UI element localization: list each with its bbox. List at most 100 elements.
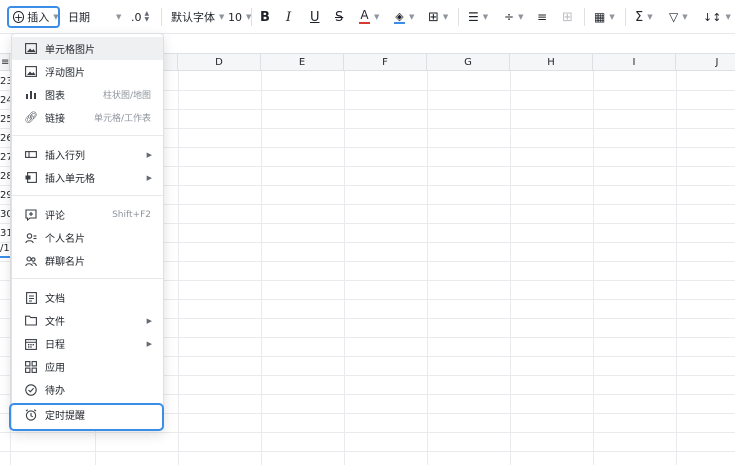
freeze-grid-icon: ▦ (594, 10, 606, 24)
insert-menu: 单元格图片 浮动图片 图表 柱状图/地图 🔗︎ 链接 单元格/工作表 插入行列 … (11, 33, 164, 431)
sort-icon: ↓↕ (703, 10, 722, 24)
chevron-down-icon: ▼ (374, 13, 380, 21)
number-format-label: 日期 (68, 11, 90, 24)
merge-cells-button[interactable]: ⊞ (562, 6, 573, 28)
font-family-select[interactable]: 默认字体 ▼ (171, 6, 224, 28)
border-button[interactable]: ⊞ ▼ (428, 6, 448, 28)
horizontal-align-button[interactable]: ☰ ▼ (468, 6, 488, 28)
menu-item-todo[interactable]: 待办 (12, 378, 163, 401)
column-line (427, 71, 428, 465)
chevron-right-icon: ▶ (146, 150, 152, 159)
menu-item-label: 评论 (45, 211, 65, 222)
column-header-d[interactable]: D (178, 54, 261, 71)
menu-item-group-card[interactable]: 群聊名片 (12, 249, 163, 272)
menu-item-comment[interactable]: 评论 Shift+F2 (12, 203, 163, 226)
row-number[interactable]: 29 (0, 189, 10, 203)
decimal-stepper[interactable]: .0 ▲ ▼ (131, 6, 149, 28)
row-number[interactable]: 27 (0, 151, 10, 165)
font-size-label: 10 (228, 10, 242, 24)
menu-item-doc[interactable]: 文档 (12, 286, 163, 309)
row-selection-indicator (0, 256, 10, 258)
merge-cells-icon: ⊞ (562, 9, 573, 25)
todo-icon (24, 383, 38, 397)
comment-icon (24, 208, 38, 222)
font-size-select[interactable]: 10 ▼ (228, 6, 251, 28)
menu-item-link[interactable]: 🔗︎ 链接 单元格/工作表 (12, 106, 163, 129)
toolbar-divider (161, 8, 162, 26)
chevron-down-icon: ▼ (518, 13, 524, 21)
menu-divider (12, 135, 163, 136)
menu-item-floating-image[interactable]: 浮动图片 (12, 60, 163, 83)
row-number[interactable]: 31 (0, 227, 10, 241)
chevron-down-icon: ▼ (116, 13, 122, 21)
menu-item-person-card[interactable]: 个人名片 (12, 226, 163, 249)
menu-item-chart[interactable]: 图表 柱状图/地图 (12, 83, 163, 106)
doc-icon (24, 291, 38, 305)
insert-cell-icon (24, 171, 38, 185)
row-number[interactable]: 30 (0, 208, 10, 222)
row-number[interactable]: 23 (0, 75, 10, 89)
menu-item-label: 链接 (45, 114, 65, 125)
wrap-text-button[interactable]: ≡ (537, 6, 547, 28)
menu-item-insert-row-col[interactable]: 插入行列 ▶ (12, 143, 163, 166)
menu-item-insert-cell[interactable]: 插入单元格 ▶ (12, 166, 163, 189)
row-number[interactable]: /1 (0, 242, 10, 256)
italic-button[interactable]: I (286, 6, 291, 28)
menu-item-hint: 柱状图/地图 (102, 91, 151, 101)
chevron-down-icon: ▼ (647, 13, 653, 21)
menu-divider (12, 195, 163, 196)
column-header-g[interactable]: G (427, 54, 510, 71)
menu-item-file[interactable]: 文件 ▶ (12, 309, 163, 332)
fill-bucket-icon: ◈ (394, 9, 405, 24)
row-number[interactable]: 28 (0, 170, 10, 184)
column-header-f[interactable]: F (344, 54, 427, 71)
strikethrough-button[interactable]: S (335, 6, 343, 28)
column-line (593, 71, 594, 465)
column-line (261, 71, 262, 465)
insert-label: 插入 (27, 11, 50, 24)
freeze-button[interactable]: ▦ ▼ (594, 6, 615, 28)
menu-item-label: 待办 (45, 386, 65, 397)
fill-color-button[interactable]: ◈ ▼ (394, 6, 414, 28)
stepper-arrows-icon: ▲ ▼ (144, 10, 150, 23)
row-number[interactable]: 24 (0, 94, 10, 108)
vertical-align-button[interactable]: ÷ ▼ (504, 6, 523, 28)
menu-item-cell-image[interactable]: 单元格图片 (12, 37, 163, 60)
menu-item-apps[interactable]: 应用 (12, 355, 163, 378)
column-header-e[interactable]: E (261, 54, 344, 71)
chevron-right-icon: ▶ (146, 339, 152, 348)
column-header-h[interactable]: H (510, 54, 593, 71)
row-number[interactable]: 26 (0, 132, 10, 146)
toolbar-divider (458, 8, 459, 26)
sort-button[interactable]: ↓↕ ▼ (703, 6, 731, 28)
bold-button[interactable]: B (260, 6, 270, 28)
person-card-icon (24, 231, 38, 245)
font-family-label: 默认字体 (171, 11, 215, 24)
column-header-i[interactable]: I (593, 54, 676, 71)
menu-item-label: 个人名片 (45, 234, 85, 245)
filter-button[interactable]: ▽ ▼ (669, 6, 688, 28)
chevron-down-icon: ▼ (409, 13, 415, 21)
chart-icon (24, 88, 38, 102)
folder-icon (24, 314, 38, 328)
image-icon (24, 65, 38, 79)
underline-button[interactable]: U (310, 6, 320, 28)
group-card-icon (24, 254, 38, 268)
menu-item-hint: Shift+F2 (112, 209, 151, 220)
align-center-icon: ☰ (468, 10, 479, 24)
toolbar-divider (251, 8, 252, 26)
menu-item-label: 群聊名片 (45, 257, 85, 268)
row-number[interactable]: 25 (0, 113, 10, 127)
filter-icon: ▽ (669, 10, 679, 24)
insert-button[interactable]: + 插入 ▼ (7, 6, 60, 28)
chevron-right-icon: ▶ (146, 173, 152, 182)
insert-row-col-icon (24, 148, 38, 162)
text-color-button[interactable]: A ▼ (359, 6, 379, 28)
number-format-select[interactable]: 日期 ▼ (68, 6, 121, 28)
link-icon: 🔗︎ (24, 111, 38, 124)
menu-item-calendar[interactable]: 日程 ▶ (12, 332, 163, 355)
column-header-j[interactable]: J (676, 54, 735, 71)
sum-button[interactable]: Σ ▼ (635, 6, 653, 28)
chevron-down-icon: ▼ (442, 13, 449, 21)
plus-circle-icon: + (13, 10, 25, 24)
